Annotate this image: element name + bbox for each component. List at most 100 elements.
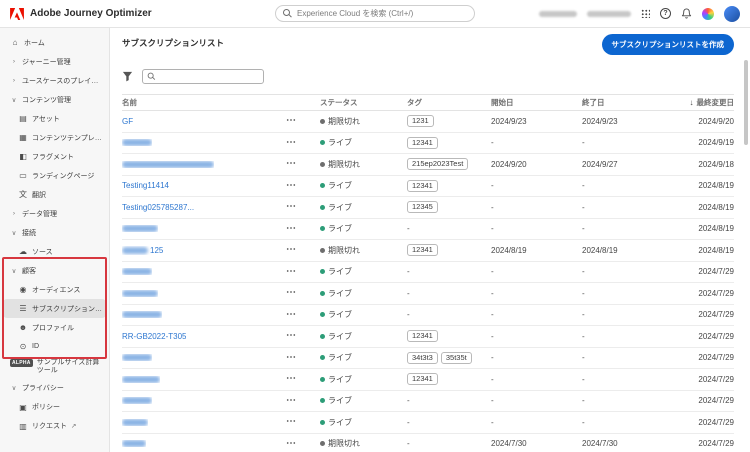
more-options-button[interactable]: ⋯ — [284, 138, 298, 148]
sidebar-item-assets[interactable]: ▤ アセット — [3, 109, 106, 128]
more-options-button[interactable]: ⋯ — [284, 288, 298, 298]
table-row[interactable]: ⋯ ライブ - - - 2024/7/29 — [122, 412, 734, 434]
row-name-link[interactable]: RR-GB2022-T305 — [122, 332, 186, 341]
table-row[interactable]: ⋯ ライブ - - - 2024/7/29 — [122, 305, 734, 326]
table-search-input[interactable] — [160, 72, 259, 81]
column-header[interactable]: タグ — [407, 97, 491, 108]
filter-button[interactable] — [122, 71, 133, 82]
sidebar-item-content-templates[interactable]: ▦ コンテンツテンプレート — [3, 128, 106, 147]
sidebar-item-landing-pages[interactable]: ▭ ランディングページ — [3, 166, 106, 185]
end-date-cell: 2024/9/23 — [582, 116, 618, 126]
sidebar-item-fragments[interactable]: ◧ フラグメント — [3, 147, 106, 166]
row-name-link[interactable]: GF — [122, 117, 133, 126]
status-label: 期限切れ — [328, 116, 360, 126]
table-row[interactable]: ⋯ ライブ - - - 2024/7/29 — [122, 283, 734, 305]
table-row[interactable]: Testing11414 ⋯ ライブ 12341 - - 2024/8/19 — [122, 176, 734, 197]
more-options-button[interactable]: ⋯ — [284, 159, 298, 169]
table-row[interactable]: ⋯ ライブ - - - 2024/7/29 — [122, 262, 734, 283]
sidebar-item-customer[interactable]: ∨ 顧客 — [3, 261, 106, 280]
sidebar-item-id[interactable]: ⊙ ID — [3, 337, 106, 356]
sidebar-item-sample-size-calculator[interactable]: ALPHA サンプルサイズ計算ツール — [3, 356, 106, 379]
global-search-input[interactable] — [297, 9, 467, 18]
name-cell: Testing025785287... ⋯ — [122, 202, 320, 212]
more-options-button[interactable]: ⋯ — [284, 417, 298, 427]
row-name-link[interactable]: 125 — [150, 246, 163, 255]
sidebar-item-policies[interactable]: ▣ ポリシー — [3, 398, 106, 417]
more-options-button[interactable]: ⋯ — [284, 331, 298, 341]
more-options-button[interactable]: ⋯ — [284, 439, 298, 449]
table-row[interactable]: ⋯ ライブ - - - 2024/7/29 — [122, 391, 734, 412]
table-row[interactable]: ⋯ ライブ - - - 2024/8/19 — [122, 219, 734, 240]
table-search[interactable] — [142, 69, 264, 84]
fragment-icon: ◧ — [19, 152, 27, 161]
more-options-button[interactable]: ⋯ — [284, 245, 298, 255]
sidebar-item-label: ホーム — [24, 39, 45, 47]
column-header[interactable]: 終了日 — [582, 97, 668, 108]
apps-grid-icon[interactable] — [641, 9, 650, 18]
global-search[interactable] — [275, 5, 475, 22]
row-name-link[interactable]: Testing11414 — [122, 181, 169, 190]
search-icon — [147, 72, 156, 81]
filter-row — [122, 68, 734, 85]
tags-cell: - — [407, 418, 491, 427]
column-header[interactable]: 開始日 — [491, 97, 582, 108]
column-header[interactable]: ↓ 最終変更日 — [668, 97, 735, 108]
start-date-cell: - — [491, 224, 494, 234]
sidebar-item-content[interactable]: ∨ コンテンツ管理 — [3, 90, 106, 109]
sidebar-item-privacy[interactable]: ∨ プライバシー — [3, 379, 106, 398]
table-row[interactable]: ⋯ 期限切れ - 2024/7/30 2024/7/30 2024/7/29 — [122, 434, 734, 452]
more-options-button[interactable]: ⋯ — [284, 396, 298, 406]
table-row[interactable]: RR-GB2022-T305 ⋯ ライブ 12341 - - 2024/7/29 — [122, 326, 734, 348]
status-cell: ライブ — [320, 202, 407, 213]
sidebar-item-audiences[interactable]: ◉ オーディエンス — [3, 280, 106, 299]
scrollbar[interactable] — [744, 60, 748, 145]
sidebar-item-profiles[interactable]: ☻ プロファイル — [3, 318, 106, 337]
name-cell: ⋯ — [122, 310, 320, 320]
table-row[interactable]: GF ⋯ 期限切れ 1231 2024/9/23 2024/9/23 2024/… — [122, 111, 734, 133]
bell-icon[interactable] — [681, 8, 692, 19]
more-options-button[interactable]: ⋯ — [284, 116, 298, 126]
sidebar-item-requests[interactable]: ▥ リクエスト ↗ — [3, 417, 106, 436]
tags-cell: 12341 — [407, 244, 491, 257]
table-row[interactable]: Testing025785287... ⋯ ライブ 12345 - - 2024… — [122, 197, 734, 219]
sidebar-item-sources[interactable]: ☁ ソース — [3, 242, 106, 261]
sidebar-item-home[interactable]: ⌂ ホーム — [3, 33, 106, 52]
sidebar-item-connections[interactable]: ∨ 接続 — [3, 223, 106, 242]
org-name-masked — [587, 10, 631, 17]
status-cell: ライブ — [320, 352, 407, 363]
start-date-cell: - — [491, 396, 494, 406]
table-row[interactable]: ⋯ 期限切れ 215ep2023Test 2024/9/20 2024/9/27… — [122, 154, 734, 176]
table-row[interactable]: ⋯ ライブ 34t3t3 35t35t - - 2024/7/29 — [122, 348, 734, 369]
sidebar-item-playbooks[interactable]: › ユースケースのプレイブック — [3, 71, 106, 90]
avatar[interactable] — [724, 5, 740, 22]
table-row[interactable]: 125 ⋯ 期限切れ 12341 2024/8/19 2024/8/19 202… — [122, 240, 734, 262]
chevron-down-icon: ∨ — [11, 385, 17, 393]
template-icon: ▦ — [19, 133, 27, 142]
more-options-button[interactable]: ⋯ — [284, 202, 298, 212]
assistant-icon[interactable] — [702, 7, 714, 20]
topbar-right: ? — [539, 5, 740, 22]
modified-date-cell: 2024/8/19 — [698, 245, 734, 255]
sidebar-item-translation[interactable]: 文翻訳 — [3, 185, 106, 204]
status-cell: ライブ — [320, 223, 407, 234]
table-row[interactable]: ⋯ ライブ 12341 - - 2024/7/29 — [122, 369, 734, 391]
row-name-masked — [122, 375, 160, 383]
more-options-button[interactable]: ⋯ — [284, 310, 298, 320]
more-options-button[interactable]: ⋯ — [284, 374, 298, 384]
column-header[interactable]: ステータス — [320, 97, 407, 108]
start-date-cell: - — [491, 181, 494, 191]
status-cell: 期限切れ — [320, 116, 407, 127]
row-name-link[interactable]: Testing025785287... — [122, 203, 194, 212]
more-options-button[interactable]: ⋯ — [284, 181, 298, 191]
more-options-button[interactable]: ⋯ — [284, 353, 298, 363]
sidebar-item-data[interactable]: › データ管理 — [3, 204, 106, 223]
column-header[interactable]: 名前 — [122, 97, 320, 108]
more-options-button[interactable]: ⋯ — [284, 224, 298, 234]
sidebar-item-subscription-lists[interactable]: ☰ サブスクリプションリスト — [3, 299, 106, 318]
empty-value: - — [407, 417, 410, 427]
more-options-button[interactable]: ⋯ — [284, 267, 298, 277]
help-icon[interactable]: ? — [660, 8, 671, 19]
sidebar-item-journeys[interactable]: › ジャーニー管理 — [3, 52, 106, 71]
create-subscription-list-button[interactable]: サブスクリプションリストを作成 — [601, 34, 734, 55]
table-row[interactable]: ⋯ ライブ 12341 - - 2024/9/19 — [122, 133, 734, 154]
